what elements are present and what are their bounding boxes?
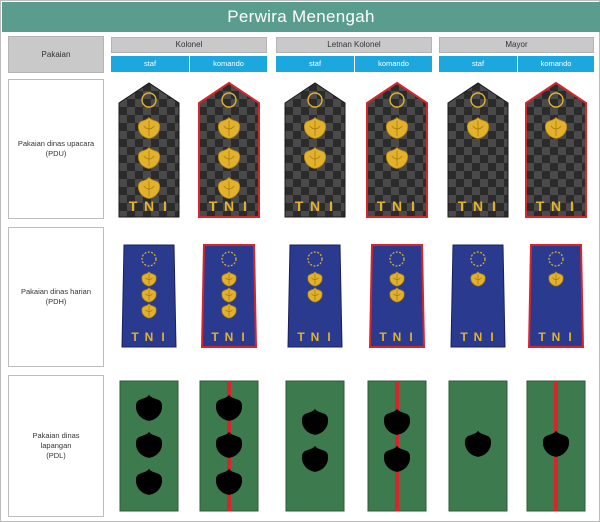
pakaian-header-label: Pakaian (41, 50, 71, 59)
sub-header-letkol-staf: staf (276, 56, 354, 72)
tni-letter: I (492, 198, 496, 214)
sub-header-mayor-komando: komando (517, 56, 594, 72)
board-pdh-kolonel-staf: TNI (121, 244, 177, 348)
tni-letter: T (460, 330, 468, 344)
tni-letter: N (145, 330, 154, 344)
tni-letter: I (570, 198, 574, 214)
tni-letter: N (310, 198, 320, 214)
tni-letter: N (473, 198, 483, 214)
tni-letter: I (163, 198, 167, 214)
tni-letter: N (144, 198, 154, 214)
tni-letter: T (377, 198, 386, 214)
tni-letter: T (129, 198, 138, 214)
tni-letter: N (392, 198, 402, 214)
sub-header-mayor-staf: staf (439, 56, 517, 72)
board-pdl-letnan-kolonel-staf (285, 380, 345, 512)
tni-letter: I (568, 330, 571, 344)
row-label-pdh-code: (PDH) (45, 297, 67, 306)
tni-letter: T (536, 198, 545, 214)
tni-letter: N (311, 330, 320, 344)
page-title: Perwira Menengah (2, 2, 600, 32)
tni-letter: I (490, 330, 493, 344)
board-pdh-letnan-kolonel-komando: TNI (368, 244, 426, 348)
row-label-pdu-text: Pakaian dinas upacara (17, 139, 95, 148)
insignia-table: Perwira Menengah Pakaian Kolonel Letnan … (0, 0, 600, 522)
tni-letter: T (297, 330, 305, 344)
tni-letter: I (161, 330, 164, 344)
rank-header-mayor: Mayor (439, 37, 594, 53)
tni-letter: I (329, 198, 333, 214)
row-label-pdh-text: Pakaian dinas harian (20, 287, 92, 296)
board-pdl-kolonel-komando (199, 380, 259, 512)
tni-letter: I (327, 330, 330, 344)
board-pdh-letnan-kolonel-staf: TNI (287, 244, 343, 348)
board-pdu-mayor-staf: TNI (447, 82, 509, 218)
board-pdl-kolonel-staf (119, 380, 179, 512)
board-pdu-kolonel-staf: TNI (118, 82, 180, 218)
tni-letter: T (295, 198, 304, 214)
tni-letter: I (409, 330, 412, 344)
board-pdh-kolonel-komando: TNI (200, 244, 258, 348)
sub-header-kolonel-staf: staf (111, 56, 189, 72)
row-label-pdl-text: Pakaian dinas (32, 431, 80, 440)
board-pdl-letnan-kolonel-komando (367, 380, 427, 512)
tni-letter: N (552, 330, 561, 344)
row-label-pdl-code: (PDL) (46, 451, 66, 460)
pakaian-column-header: Pakaian (8, 36, 104, 73)
tni-letter: N (474, 330, 483, 344)
board-pdu-letnan-kolonel-staf: TNI (284, 82, 346, 218)
sub-header-letkol-komando: komando (354, 56, 432, 72)
tni-letter: T (131, 330, 139, 344)
tni-letter: N (551, 198, 561, 214)
board-pdl-mayor-komando (526, 380, 586, 512)
row-label-pdl-text2: lapangan (40, 441, 72, 450)
tni-letter: T (458, 198, 467, 214)
board-pdu-mayor-komando: TNI (525, 81, 587, 218)
tni-letter: I (241, 330, 244, 344)
tni-letter: I (411, 198, 415, 214)
row-label-pdu: Pakaian dinas upacara (PDU) (8, 79, 104, 219)
tni-letter: N (224, 198, 234, 214)
tni-letter: I (243, 198, 247, 214)
tni-letter: T (538, 330, 546, 344)
tni-letter: T (211, 330, 219, 344)
sub-header-kolonel-komando: komando (189, 56, 267, 72)
board-pdu-kolonel-komando: TNI (198, 81, 260, 218)
rank-header-kolonel: Kolonel (111, 37, 267, 53)
tni-letter: T (209, 198, 218, 214)
tni-letter: N (225, 330, 234, 344)
tni-letter: T (379, 330, 387, 344)
board-pdl-mayor-staf (448, 380, 508, 512)
row-label-pdh: Pakaian dinas harian (PDH) (8, 227, 104, 367)
tni-letter: N (393, 330, 402, 344)
board-pdh-mayor-staf: TNI (450, 244, 506, 348)
row-label-pdu-code: (PDU) (45, 149, 67, 158)
row-label-pdl: Pakaian dinas lapangan (PDL) (8, 375, 104, 517)
rank-header-letnan-kolonel: Letnan Kolonel (276, 37, 432, 53)
board-pdu-letnan-kolonel-komando: TNI (366, 81, 428, 218)
board-pdh-mayor-komando: TNI (527, 244, 585, 348)
